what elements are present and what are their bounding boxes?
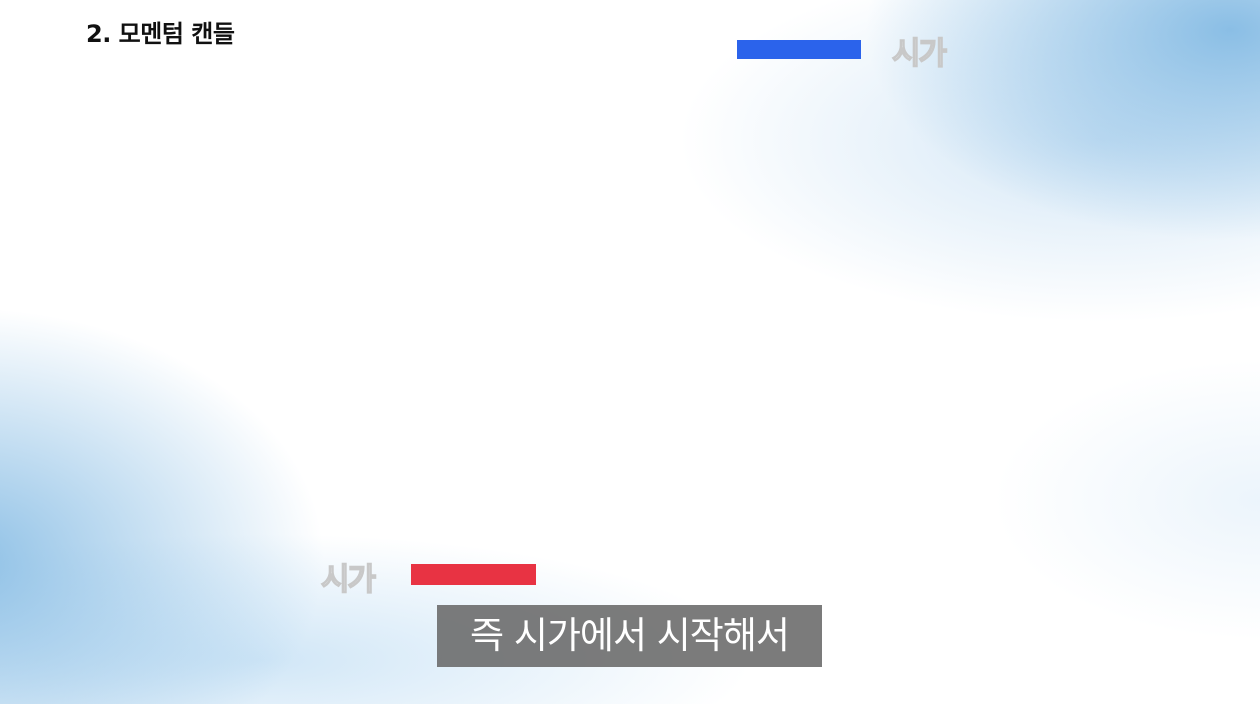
slide-background [0,0,1260,704]
slide-title: 2. 모멘텀 캔들 [86,20,235,48]
open-price-bar-red [411,564,536,585]
video-subtitle: 즉 시가에서 시작해서 [437,605,822,667]
open-price-bar-blue [737,40,861,59]
open-price-label-top: 시가 [891,35,947,72]
open-price-label-bottom: 시가 [320,561,376,598]
